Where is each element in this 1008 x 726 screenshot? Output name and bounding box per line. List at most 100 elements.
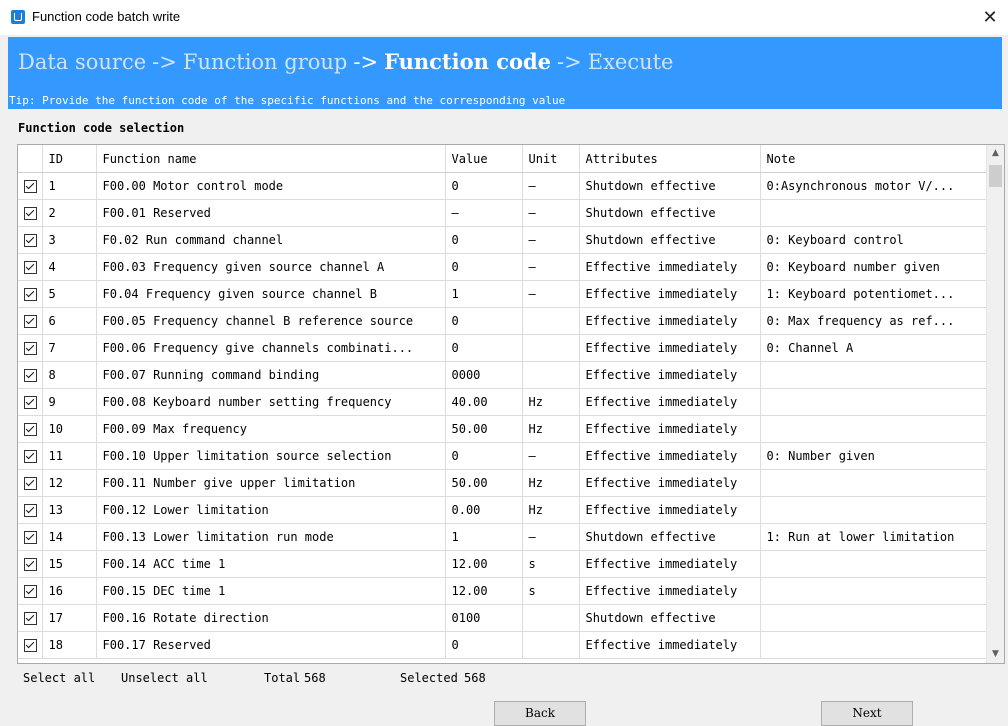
checkmark-icon[interactable] [24,180,37,193]
scrollbar-thumb[interactable] [989,165,1002,187]
chevron-up-icon[interactable]: ▲ [987,145,1004,162]
row-checkbox-cell[interactable] [18,334,43,362]
header-value[interactable]: Value [445,145,523,173]
row-checkbox-cell[interactable] [18,631,43,659]
row-value: 0 [445,253,523,281]
vertical-scrollbar[interactable]: ▲ ▼ [986,145,1004,663]
row-value: 1 [445,280,523,308]
row-checkbox-cell[interactable] [18,280,43,308]
table-row[interactable]: 13 F00.12 Lower limitation 0.00 Hz Effective… [18,496,990,524]
row-attributes: Effective immediately [579,631,761,659]
row-checkbox-cell[interactable] [18,442,43,470]
row-checkbox-cell[interactable] [18,253,43,281]
table-row[interactable]: 17 F00.16 Rotate direction 0100 Shutdown ef… [18,604,990,632]
row-checkbox-cell[interactable] [18,226,43,254]
row-unit: – [522,523,580,551]
row-checkbox-cell[interactable] [18,388,43,416]
row-checkbox-cell[interactable] [18,415,43,443]
header-function-name[interactable]: Function name [96,145,446,173]
row-checkbox-cell[interactable] [18,361,43,389]
header-unit[interactable]: Unit [522,145,580,173]
row-attributes: Effective immediately [579,334,761,362]
checkmark-icon[interactable] [24,450,37,463]
row-checkbox-cell[interactable] [18,577,43,605]
row-id: 11 [42,442,97,470]
table-row[interactable]: 5 F0.04 Frequency given source channel B1… [18,280,990,308]
checkmark-icon[interactable] [24,315,37,328]
row-id: 5 [42,280,97,308]
row-attributes: Shutdown effective [579,199,761,227]
next-button[interactable]: Next [821,701,913,726]
row-checkbox-cell[interactable] [18,469,43,497]
close-button[interactable]: ✕ [972,0,1008,35]
row-unit [522,604,580,632]
row-unit [522,307,580,335]
table-row[interactable]: 1 F00.00 Motor control mode 0– Shutdown eff… [18,172,990,200]
row-unit: – [522,253,580,281]
row-attributes: Effective immediately [579,307,761,335]
checkmark-icon[interactable] [24,612,37,625]
row-attributes: Effective immediately [579,577,761,605]
checkmark-icon[interactable] [24,396,37,409]
row-id: 16 [42,577,97,605]
row-id: 8 [42,361,97,389]
row-unit: Hz [522,415,580,443]
row-note: 1: Run at lower limitation [760,523,990,551]
table-row[interactable]: 14 F00.13 Lower limitation run mode 1– Shut… [18,523,990,551]
table-row[interactable]: 6 F00.05 Frequency channel B reference so… [18,307,990,335]
checkmark-icon[interactable] [24,288,37,301]
checkmark-icon[interactable] [24,261,37,274]
row-value: 0 [445,631,523,659]
checkmark-icon[interactable] [24,369,37,382]
row-function-name: F00.01 Reserved [96,199,446,227]
row-checkbox-cell[interactable] [18,307,43,335]
row-checkbox-cell[interactable] [18,496,43,524]
checkmark-icon[interactable] [24,477,37,490]
row-checkbox-cell[interactable] [18,199,43,227]
checkmark-icon[interactable] [24,207,37,220]
row-attributes: Effective immediately [579,496,761,524]
checkmark-icon[interactable] [24,423,37,436]
table-row[interactable]: 10 F00.09 Max frequency 50.00 Hz Effective i… [18,415,990,443]
row-checkbox-cell[interactable] [18,604,43,632]
row-unit [522,631,580,659]
row-checkbox-cell[interactable] [18,550,43,578]
back-button[interactable]: Back [494,701,586,726]
row-value: 0000 [445,361,523,389]
row-function-name: F00.06 Frequency give channels combinati… [96,334,446,362]
table-row[interactable]: 2 F00.01 Reserved – – Shutdown effective [18,199,990,227]
checkmark-icon[interactable] [24,504,37,517]
checkmark-icon[interactable] [24,531,37,544]
select-all-link[interactable]: Select all [23,671,95,685]
table-row[interactable]: 15 F00.14 ACC time 1 12.00 s Effective immed… [18,550,990,578]
header-attributes[interactable]: Attributes [579,145,761,173]
row-value: 0100 [445,604,523,632]
row-checkbox-cell[interactable] [18,172,43,200]
table-row[interactable]: 4 F00.03 Frequency given source channel A… [18,253,990,281]
row-function-name: F00.03 Frequency given source channel A [96,253,446,281]
row-unit: – [522,442,580,470]
table-row[interactable]: 18 F00.17 Reserved 0 Effective immediately [18,631,990,659]
table-row[interactable]: 16 F00.15 DEC time 1 12.00 s Effective immed… [18,577,990,605]
row-value: 40.00 [445,388,523,416]
chevron-down-icon[interactable]: ▼ [987,646,1004,663]
checkmark-icon[interactable] [24,585,37,598]
row-attributes: Effective immediately [579,442,761,470]
table-row[interactable]: 7 F00.06 Frequency give channels combinat… [18,334,990,362]
row-id: 9 [42,388,97,416]
checkmark-icon[interactable] [24,234,37,247]
row-unit: Hz [522,496,580,524]
table-row[interactable]: 12 F00.11 Number give upper limitation 50.… [18,469,990,497]
step-function-code: Function code [384,49,552,74]
header-id[interactable]: ID [42,145,97,173]
table-row[interactable]: 11 F00.10 Upper limitation source selecti… [18,442,990,470]
checkmark-icon[interactable] [24,342,37,355]
unselect-all-link[interactable]: Unselect all [121,671,208,685]
row-checkbox-cell[interactable] [18,523,43,551]
table-row[interactable]: 3 F0.02 Run command channel 0– Shutdown eff… [18,226,990,254]
table-row[interactable]: 9 F00.08 Keyboard number setting frequenc… [18,388,990,416]
header-note[interactable]: Note [760,145,990,173]
table-row[interactable]: 8 F00.07 Running command binding 0000 Effec… [18,361,990,389]
checkmark-icon[interactable] [24,558,37,571]
checkmark-icon[interactable] [24,639,37,652]
